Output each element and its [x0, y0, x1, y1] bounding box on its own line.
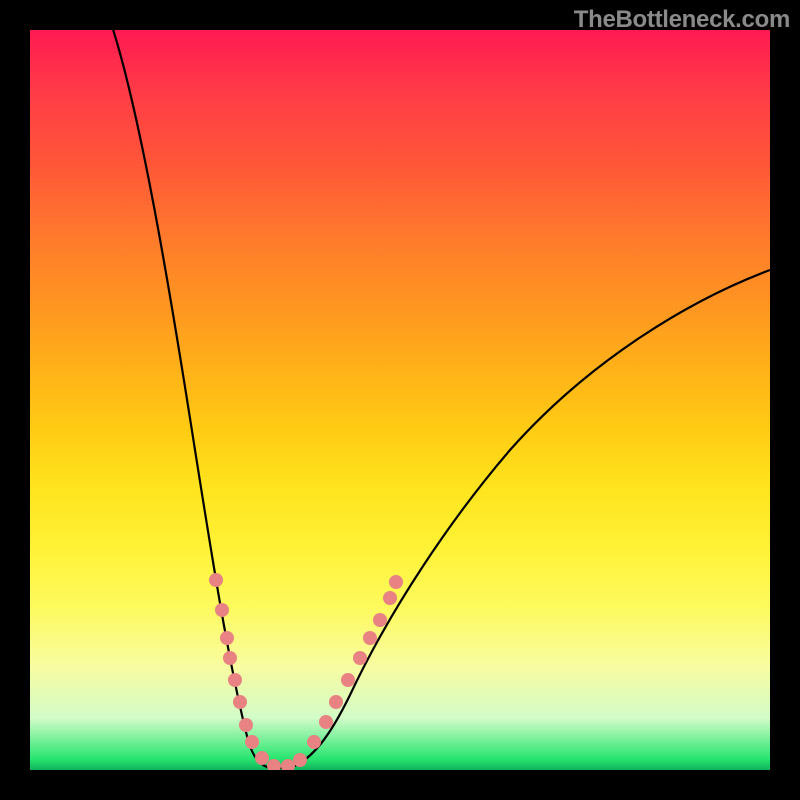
curve-left	[110, 30, 270, 768]
watermark-text: TheBottleneck.com	[574, 6, 790, 34]
curve-right	[290, 270, 770, 768]
plot-area	[30, 30, 770, 770]
scatter-points	[209, 573, 403, 770]
chart-svg	[30, 30, 770, 770]
